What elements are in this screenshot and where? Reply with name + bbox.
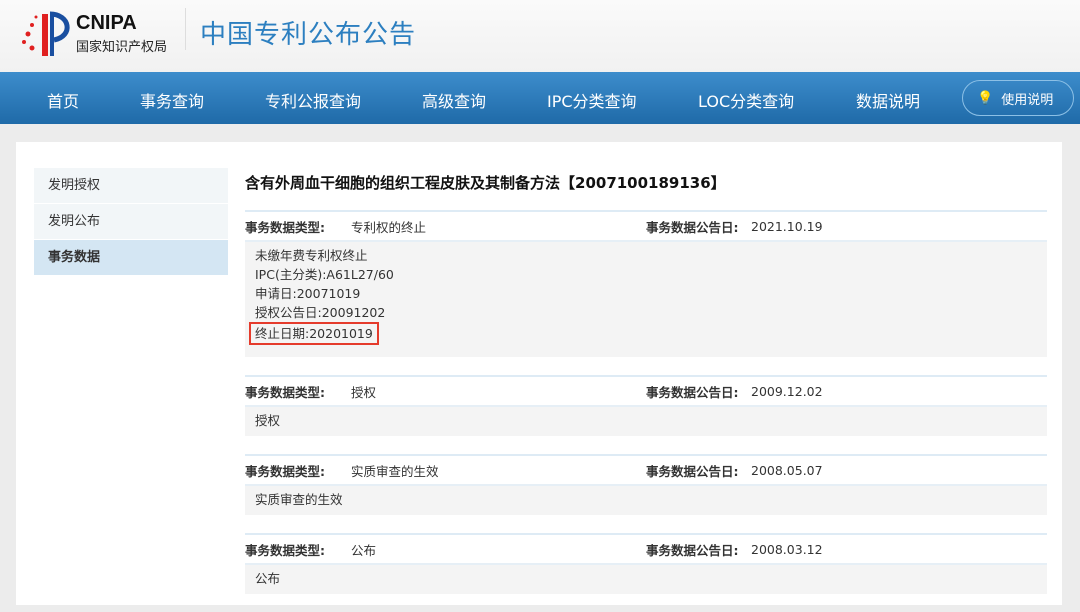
site-title: 中国专利公布公告 (200, 20, 417, 50)
nav-gazette-query[interactable]: 专利公报查询 (265, 88, 361, 112)
nav-data-description[interactable]: 数据说明 (856, 88, 920, 112)
help-label: 使用说明 (1001, 92, 1054, 108)
logo-subtext: 国家知识产权局 (76, 40, 168, 55)
nav-advanced-query[interactable]: 高级查询 (422, 88, 486, 112)
record-body: 实质审查的生效 (245, 486, 1047, 515)
date-value: 2021.10.19 (751, 218, 823, 234)
main-content: 含有外周血干细胞的组织工程皮肤及其制备方法【2007100189136】 事务数… (245, 172, 1047, 594)
date-label: 事务数据公告日: (646, 463, 739, 479)
record-line: 实质审查的生效 (255, 492, 343, 507)
record-line: 授权 (255, 413, 281, 428)
type-label: 事务数据类型: (245, 384, 325, 400)
sidebar: 发明授权 发明公布 事务数据 (34, 168, 228, 276)
type-label: 事务数据类型: (245, 463, 325, 479)
record-line: 申请日:20071019 (255, 286, 361, 301)
type-value: 公布 (351, 542, 377, 558)
content-card: 发明授权 发明公布 事务数据 含有外周血干细胞的组织工程皮肤及其制备方法【200… (16, 142, 1062, 605)
page-title: 含有外周血干细胞的组织工程皮肤及其制备方法【2007100189136】 (245, 174, 726, 192)
date-label: 事务数据公告日: (646, 542, 739, 558)
logo-text: CNIPA (76, 12, 137, 34)
highlighted-termination-date: 终止日期:20201019 (249, 322, 379, 345)
sidebar-item-transaction-data[interactable]: 事务数据 (34, 240, 228, 276)
sidebar-item-invention-grant[interactable]: 发明授权 (34, 168, 228, 204)
transaction-record: 事务数据类型: 实质审查的生效 事务数据公告日: 2008.05.07 实质审查… (245, 454, 1047, 515)
nav-ipc-query[interactable]: IPC分类查询 (547, 88, 637, 112)
record-header: 事务数据类型: 实质审查的生效 事务数据公告日: 2008.05.07 (245, 456, 1047, 486)
transaction-record: 事务数据类型: 授权 事务数据公告日: 2009.12.02 授权 (245, 375, 1047, 436)
record-body: 公布 (245, 565, 1047, 594)
sidebar-item-invention-publication[interactable]: 发明公布 (34, 204, 228, 240)
record-line: 授权公告日:20091202 (255, 305, 386, 320)
nav-transaction-query[interactable]: 事务查询 (140, 88, 204, 112)
header: CNIPA 国家知识产权局 中国专利公布公告 (0, 0, 1080, 72)
transaction-record: 事务数据类型: 专利权的终止 事务数据公告日: 2021.10.19 未缴年费专… (245, 210, 1047, 357)
date-label: 事务数据公告日: (646, 219, 739, 235)
type-label: 事务数据类型: (245, 219, 325, 235)
nav-home[interactable]: 首页 (47, 88, 79, 112)
record-line: 公布 (255, 571, 281, 586)
divider (185, 8, 186, 50)
nav-loc-query[interactable]: LOC分类查询 (698, 88, 794, 112)
type-value: 专利权的终止 (351, 219, 427, 235)
date-value: 2008.03.12 (751, 541, 823, 557)
transaction-record: 事务数据类型: 公布 事务数据公告日: 2008.03.12 公布 (245, 533, 1047, 594)
record-line: 未缴年费专利权终止 (255, 248, 368, 263)
record-line: IPC(主分类):A61L27/60 (255, 267, 394, 282)
record-header: 事务数据类型: 公布 事务数据公告日: 2008.03.12 (245, 535, 1047, 565)
cnipa-logo[interactable]: CNIPA 国家知识产权局 (18, 8, 178, 58)
date-value: 2008.05.07 (751, 462, 823, 478)
date-label: 事务数据公告日: (646, 384, 739, 400)
record-body: 授权 (245, 407, 1047, 436)
date-value: 2009.12.02 (751, 383, 823, 399)
lightbulb-icon: 💡 (977, 90, 994, 106)
main-nav: 首页 事务查询 专利公报查询 高级查询 IPC分类查询 LOC分类查询 数据说明… (0, 72, 1080, 124)
record-body: 未缴年费专利权终止 IPC(主分类):A61L27/60 申请日:20071019 授… (245, 242, 1047, 357)
cnipa-emblem-icon (22, 11, 70, 56)
type-label: 事务数据类型: (245, 542, 325, 558)
type-value: 实质审查的生效 (351, 463, 439, 479)
type-value: 授权 (351, 384, 377, 400)
help-button[interactable]: 💡 使用说明 (962, 80, 1074, 116)
record-header: 事务数据类型: 授权 事务数据公告日: 2009.12.02 (245, 377, 1047, 407)
record-header: 事务数据类型: 专利权的终止 事务数据公告日: 2021.10.19 (245, 212, 1047, 242)
